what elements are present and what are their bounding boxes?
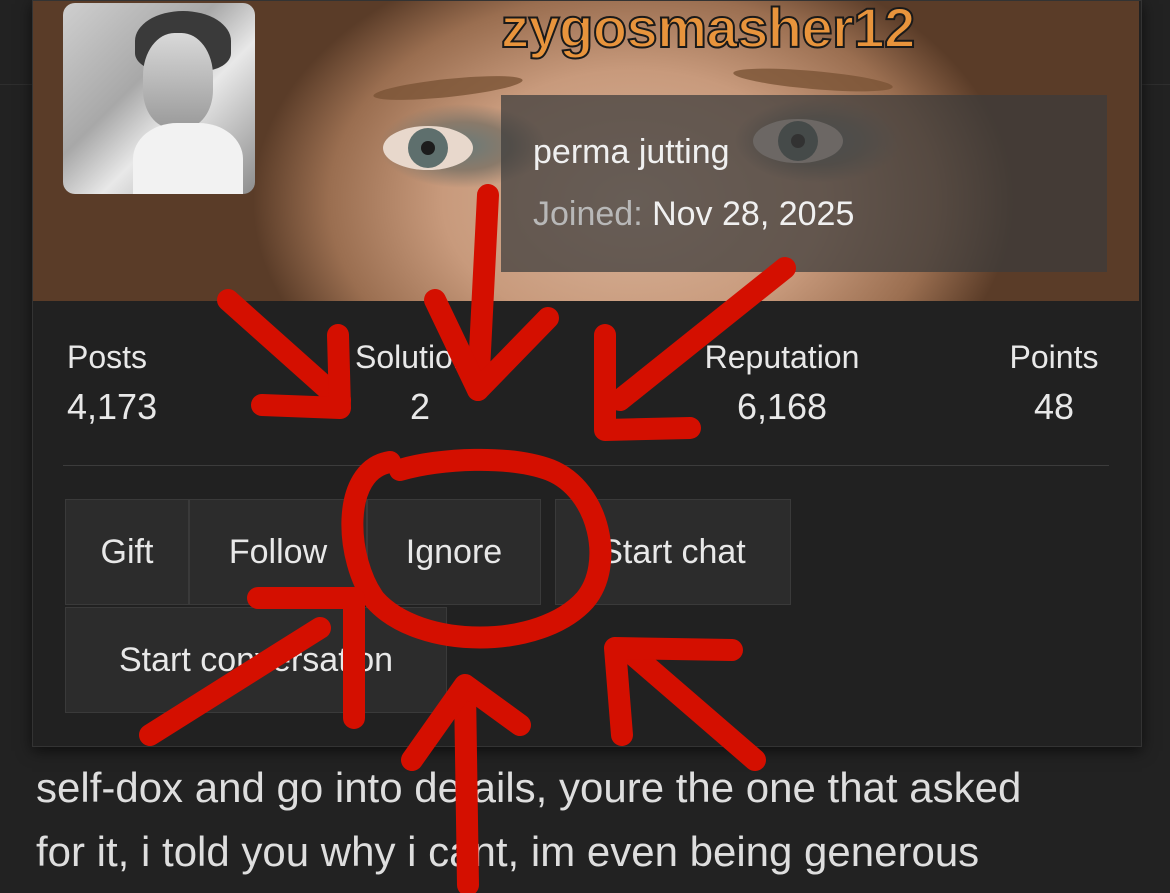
ignore-button[interactable]: Ignore [367,499,541,605]
username[interactable]: zygosmasher12 [500,0,916,60]
member-tooltip-card: zygosmasher12 perma jutting Joined: Nov … [32,0,1142,747]
joined-date: Nov 28, 2025 [652,195,855,233]
stat-posts[interactable]: Posts 4,173 [67,339,157,428]
joined-label: Joined: [533,195,643,233]
stat-solutions[interactable]: Solutions 2 [355,339,487,428]
stats-row: Posts 4,173 Solutions 2 Reputation 6,168… [63,339,1109,439]
stat-value: 6,168 [736,386,828,427]
stats-divider [63,465,1109,466]
post-body-line: for it, i told you why i cant, im even b… [36,828,980,875]
stat-label: Reputation [704,339,860,375]
stat-value: 2 [409,386,431,427]
stat-label: Posts [67,339,148,375]
start-conversation-button[interactable]: Start conversation [65,607,447,713]
stat-value: 48 [1033,386,1075,427]
stat-points[interactable]: Points 48 [999,339,1109,428]
avatar[interactable] [63,3,255,194]
post-body-line: self-dox and go into details, youre the … [36,764,1022,811]
follow-button[interactable]: Follow [189,499,367,605]
stat-reputation[interactable]: Reputation 6,168 [687,339,877,428]
gift-button[interactable]: Gift [65,499,189,605]
user-title: perma jutting [533,133,730,171]
stat-label: Points [1009,339,1099,375]
banner-brow [732,64,894,96]
stat-value: 4,173 [67,386,158,427]
banner-eye [383,126,473,170]
start-chat-button[interactable]: Start chat [555,499,791,605]
profile-info-box: perma jutting Joined: Nov 28, 2025 [501,95,1107,272]
joined-row: Joined: Nov 28, 2025 [533,195,854,234]
stat-label: Solutions [355,339,487,375]
